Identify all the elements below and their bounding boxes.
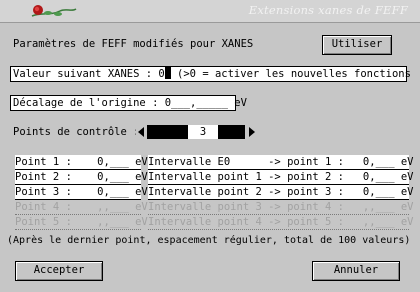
interval-field[interactable]: Intervalle E0 -> point 1 : 0,___ eV — [148, 155, 414, 170]
point-row: Point 4 : ,,___ eV Intervalle point 3 ->… — [15, 200, 414, 215]
params-label: Paramètres de FEFF modifiés pour XANES — [13, 38, 254, 50]
origin-offset-field[interactable]: Décalage de l'origine : 0___,_____ eV — [10, 95, 247, 111]
point-row: Point 1 : 0,___ eV Intervalle E0 -> poin… — [15, 155, 414, 170]
point-field: Point 5 : ,,___ eV — [15, 215, 148, 230]
interval-field: Intervalle point 3 -> point 4 : ,,___ eV — [148, 200, 414, 215]
points-table: Point 1 : 0,___ eV Intervalle E0 -> poin… — [15, 155, 414, 230]
point-field[interactable]: Point 2 : 0,___ eV — [15, 170, 148, 185]
xanes-field[interactable]: Valeur suivant XANES : 0 (>0 = activer l… — [10, 66, 411, 82]
point-row: Point 2 : 0,___ eV Intervalle point 1 ->… — [15, 170, 414, 185]
spacing-footnote: (Après le dernier point, espacement régu… — [7, 235, 411, 246]
xanes-field-prefix: Valeur suivant XANES : 0 — [13, 68, 165, 80]
window-title: Extensions xanes de FEFF — [248, 3, 408, 17]
point-field[interactable]: Point 1 : 0,___ eV — [15, 155, 148, 170]
point-field[interactable]: Point 3 : 0,___ eV — [15, 185, 148, 200]
interval-field[interactable]: Intervalle point 1 -> point 2 : 0,___ eV — [148, 170, 414, 185]
control-points-value: 3 — [188, 125, 218, 139]
xanes-field-suffix: (>0 = activer les nouvelles fonctions — [170, 68, 411, 80]
control-points-label: Points de contrôle : — [13, 126, 140, 138]
point-field: Point 4 : ,,___ eV — [15, 200, 148, 215]
accept-button[interactable]: Accepter — [15, 261, 103, 281]
point-row: Point 5 : ,,___ eV Intervalle point 4 ->… — [15, 215, 414, 230]
cancel-button[interactable]: Annuler — [312, 261, 400, 281]
interval-field: Intervalle point 4 -> point 5 : ,,___ eV — [148, 215, 414, 230]
interval-field[interactable]: Intervalle point 2 -> point 3 : 0,___ eV — [148, 185, 414, 200]
spinner-right-icon[interactable] — [246, 126, 257, 138]
spinner-left-icon[interactable] — [136, 126, 147, 138]
point-row: Point 3 : 0,___ eV Intervalle point 2 ->… — [15, 185, 414, 200]
use-button[interactable]: Utiliser — [322, 35, 392, 55]
title-bar: Extensions xanes de FEFF — [0, 0, 420, 23]
rose-logo-icon — [31, 5, 77, 17]
